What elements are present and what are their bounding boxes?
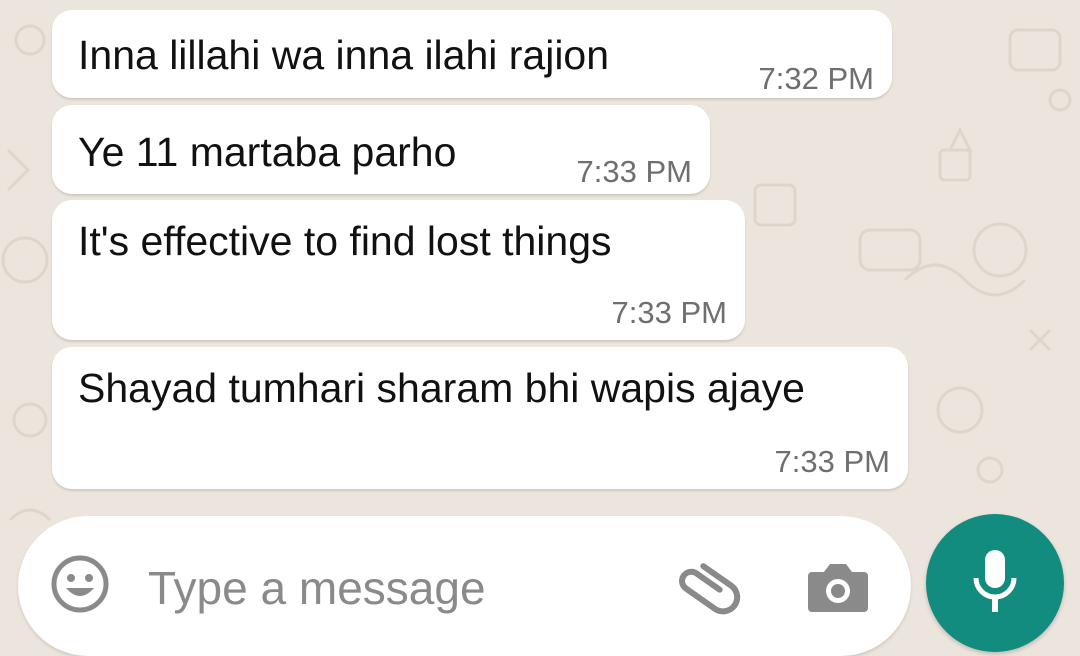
message-timestamp: 7:32 PM — [758, 61, 874, 96]
message-text: Inna lillahi wa inna ilahi rajion — [78, 32, 610, 78]
message-input[interactable] — [146, 560, 670, 616]
emoji-icon[interactable] — [50, 554, 110, 614]
camera-icon[interactable] — [806, 556, 870, 616]
message-text: Ye 11 martaba parho — [78, 129, 457, 175]
message-bubble[interactable]: Shayad tumhari sharam bhi wapis ajaye 7:… — [52, 347, 908, 489]
message-bubble[interactable]: It's effective to find lost things 7:33 … — [52, 200, 745, 340]
paperclip-icon[interactable] — [671, 552, 741, 622]
message-timestamp: 7:33 PM — [611, 295, 727, 330]
voice-record-button[interactable] — [926, 514, 1064, 652]
message-timestamp: 7:33 PM — [576, 154, 692, 189]
message-bubble[interactable]: Ye 11 martaba parho 7:33 PM — [52, 105, 710, 194]
message-timestamp: 7:33 PM — [774, 444, 890, 479]
message-composer — [18, 516, 911, 656]
microphone-icon — [973, 550, 1017, 612]
message-bubble[interactable]: Inna lillahi wa inna ilahi rajion 7:32 P… — [52, 10, 892, 98]
message-text: Shayad tumhari sharam bhi wapis ajaye — [78, 365, 805, 411]
message-text: It's effective to find lost things — [78, 218, 612, 264]
